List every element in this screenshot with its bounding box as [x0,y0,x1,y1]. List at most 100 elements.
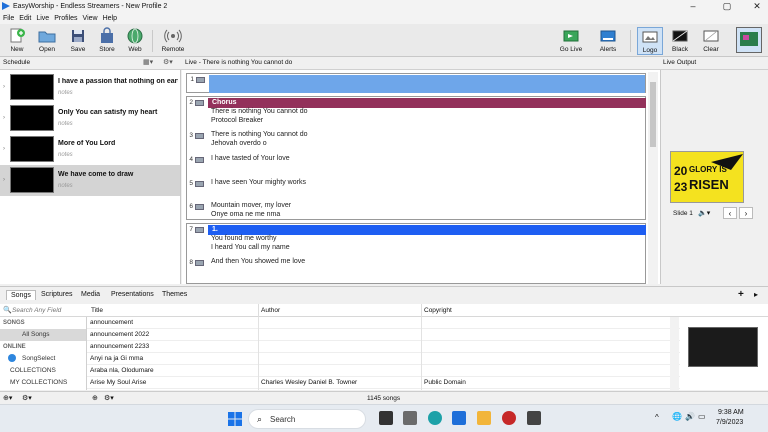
clock-date[interactable]: 7/9/2023 [716,419,743,426]
next-slide-button[interactable]: › [739,207,753,219]
media-app-icon[interactable] [502,411,516,425]
save-button[interactable]: Save [65,27,91,53]
column-title[interactable]: Title [91,307,103,314]
category-all-songs[interactable]: All Songs [0,329,86,341]
tab-presentations[interactable]: Presentations [107,290,158,299]
slide-label: Chorus [208,98,646,108]
column-copyright[interactable]: Copyright [424,307,452,314]
slide-1[interactable]: 1 [186,73,646,93]
taskbar-search-box[interactable]: ⌕ Search [248,409,366,429]
live-scrollbar[interactable] [648,72,658,284]
slide-line: I have seen Your mighty works [211,179,306,186]
black-button[interactable]: Black [667,27,693,53]
tab-themes[interactable]: Themes [158,290,191,299]
slide-5[interactable]: 5 I have seen Your mighty works [186,179,646,199]
windows-start-icon[interactable] [228,412,242,426]
schedule-item-notes[interactable]: notes [58,121,73,127]
tab-media[interactable]: Media [77,290,104,299]
tab-scriptures[interactable]: Scriptures [37,290,77,299]
schedule-item-notes[interactable]: notes [58,183,73,189]
calculator-icon[interactable] [527,411,541,425]
remote-signal-icon [164,27,182,45]
task-view-icon[interactable] [379,411,393,425]
search-input[interactable] [12,305,84,316]
song-settings-icon[interactable]: ⚙▾ [104,394,114,402]
expand-arrow-icon[interactable]: › [3,177,5,183]
menu-live[interactable]: Live [36,15,49,22]
slide-line: Jehovah overdo o [211,140,267,147]
slide-4[interactable]: 4 I have tasted of Your love [186,155,646,175]
minimize-button[interactable]: – [682,0,704,12]
menu-help[interactable]: Help [103,15,117,22]
logo-button[interactable]: Logo [637,27,663,55]
scroll-thumb[interactable] [650,82,656,147]
previous-slide-button[interactable]: ‹ [723,207,737,219]
slide-icon [195,260,204,266]
schedule-item-selected[interactable]: › We have come to draw notes [0,165,180,196]
slide-icon [196,77,205,83]
table-row[interactable]: announcement 2233 [87,341,680,353]
schedule-item[interactable]: › I have a passion that nothing on eart.… [0,72,180,103]
open-button[interactable]: Open [34,27,60,53]
category-my-collections[interactable]: MY COLLECTIONS [0,377,86,389]
volume-icon[interactable]: 🔈▾ [698,209,710,217]
remote-button[interactable]: Remote [159,27,187,53]
expand-arrow-icon[interactable]: › [3,84,5,90]
schedule-settings-icon[interactable]: ⚙▾ [163,58,173,66]
network-icon[interactable]: 🌐 [672,412,682,421]
battery-icon[interactable]: ▭ [698,412,706,421]
table-row[interactable]: Anyi na ja Gi mma [87,353,680,365]
web-button[interactable]: Web [122,27,148,53]
add-icon[interactable]: + [738,289,744,300]
table-row[interactable]: Araba nla, Olodumare [87,365,680,377]
library-tabs: Songs Scriptures Media Presentations The… [0,286,768,302]
expand-arrow-icon[interactable]: › [3,146,5,152]
new-button[interactable]: New [4,27,30,53]
store-icon [98,27,116,45]
folder-icon[interactable] [477,411,491,425]
alerts-button[interactable]: Alerts [595,27,621,53]
clear-button[interactable]: Clear [698,27,724,53]
slide-8[interactable]: 8 And then You showed me love [186,258,646,276]
schedule-item[interactable]: › More of You Lord notes [0,134,180,165]
go-live-button[interactable]: Go Live [557,27,585,53]
schedule-item-notes[interactable]: notes [58,152,73,158]
tab-songs[interactable]: Songs [6,290,36,300]
schedule-item-notes[interactable]: notes [58,90,73,96]
slide-7[interactable]: 7 1. You found me worthy I heard You cal… [186,224,646,256]
close-button[interactable]: ✕ [746,0,768,12]
slide-number: 1 [190,76,194,83]
menu-edit[interactable]: Edit [19,15,31,22]
slide-3[interactable]: 3 There is nothing You cannot do Jehovah… [186,131,646,153]
clock-time[interactable]: 9:38 AM [718,409,744,416]
popout-icon[interactable]: ▸ [754,290,758,299]
table-row[interactable]: announcement 2022 [87,329,680,341]
live-output-toggle-button[interactable] [736,27,762,53]
menu-view[interactable]: View [83,15,98,22]
category-collections[interactable]: COLLECTIONS [0,365,86,377]
store-button[interactable]: Store [94,27,120,53]
speaker-icon[interactable]: 🔊 [685,412,695,421]
songs-scrollbar[interactable] [670,317,679,390]
black-screen-icon [671,27,689,45]
column-author[interactable]: Author [261,307,280,314]
expand-arrow-icon[interactable]: › [3,115,5,121]
category-header: ONLINE [3,344,26,350]
add-dropdown-icon[interactable]: ⊕▾ [3,394,12,402]
add-song-icon[interactable]: ⊕ [92,394,98,402]
slide-2[interactable]: 2 Chorus There is nothing You cannot do … [186,97,646,131]
slide-6[interactable]: 6 Mountain mover, my lover Onye oma ne m… [186,202,646,220]
maximize-button[interactable]: ▢ [716,0,738,12]
table-row[interactable]: announcement [87,317,680,329]
settings-dropdown-icon[interactable]: ⚙▾ [22,394,32,402]
save-icon [69,27,87,45]
easyworship-app-icon[interactable] [452,411,466,425]
schedule-item[interactable]: › Only You can satisfy my heart notes [0,103,180,134]
file-manager-icon[interactable] [403,411,417,425]
menu-profiles[interactable]: Profiles [54,15,77,22]
schedule-layout-icon[interactable]: ▦▾ [143,58,153,66]
menu-file[interactable]: File [3,15,14,22]
edge-browser-icon[interactable] [428,411,442,425]
table-row[interactable]: Arise My Soul Arise Charles Wesley Daniel… [87,377,680,389]
tray-chevron-icon[interactable]: ^ [655,413,659,422]
